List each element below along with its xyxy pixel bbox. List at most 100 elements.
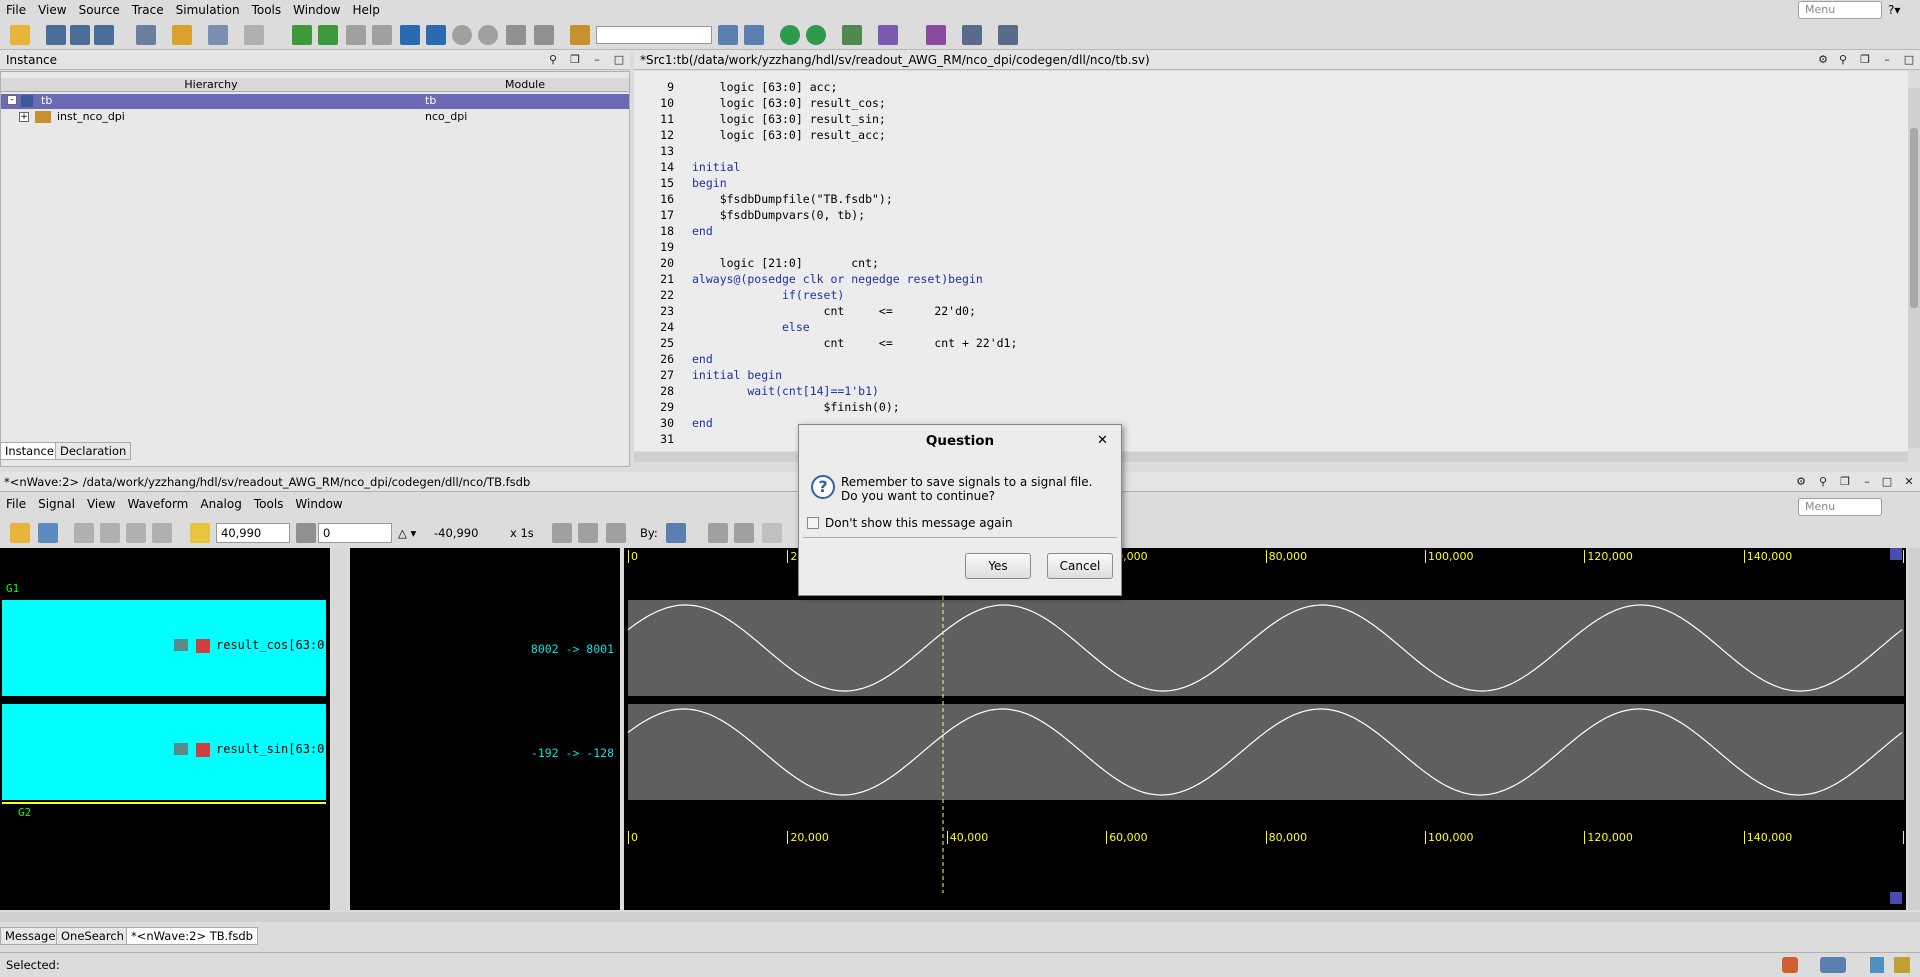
search-by-icon[interactable] bbox=[666, 523, 686, 543]
nw-menu-waveform[interactable]: Waveform bbox=[121, 497, 194, 511]
float-icon[interactable]: ❐ bbox=[1838, 475, 1852, 489]
menu-file[interactable]: File bbox=[0, 0, 32, 20]
col-module[interactable]: Module bbox=[421, 78, 629, 92]
expand-icon[interactable]: + bbox=[19, 112, 29, 122]
undo-icon[interactable] bbox=[74, 523, 94, 543]
menu-tools[interactable]: Tools bbox=[246, 0, 288, 20]
nw-menu-analog[interactable]: Analog bbox=[194, 497, 247, 511]
menu-view[interactable]: View bbox=[32, 0, 72, 20]
cut-icon[interactable] bbox=[100, 523, 120, 543]
group-g1[interactable]: G1 bbox=[6, 582, 19, 595]
zoom-icon[interactable] bbox=[962, 25, 982, 45]
source-editor[interactable]: 9 logic [63:0] acc; 10 logic [63:0] resul… bbox=[634, 71, 1908, 451]
add-signal-icon[interactable] bbox=[842, 25, 862, 45]
float-icon[interactable]: ❐ bbox=[1858, 53, 1872, 67]
cursor-time-input[interactable]: 40,990 bbox=[216, 523, 290, 543]
pin-icon[interactable]: ⚲ bbox=[1836, 53, 1850, 67]
annotate-icon[interactable] bbox=[762, 523, 782, 543]
tab-instance[interactable]: Instance bbox=[0, 442, 59, 460]
e-icon[interactable] bbox=[780, 25, 800, 45]
down-icon[interactable] bbox=[478, 25, 498, 45]
pin-icon[interactable]: ⚲ bbox=[1816, 475, 1830, 489]
folder-icon[interactable] bbox=[172, 25, 192, 45]
tool-icon[interactable] bbox=[1894, 957, 1910, 973]
pin-icon[interactable]: ⚲ bbox=[546, 53, 560, 67]
reload-icon[interactable] bbox=[38, 523, 58, 543]
tab-declaration[interactable]: Declaration bbox=[55, 442, 132, 460]
open-folder-icon[interactable] bbox=[10, 25, 30, 45]
cancel-button[interactable]: Cancel bbox=[1047, 553, 1113, 579]
l-icon[interactable] bbox=[426, 25, 446, 45]
trace-load-icon[interactable] bbox=[318, 25, 338, 45]
group-g2[interactable]: G2 bbox=[18, 806, 31, 819]
delta-icon[interactable]: △ ▾ bbox=[398, 526, 416, 540]
signal-row-result-sin[interactable]: result_sin[63:0] bbox=[2, 704, 332, 800]
layout-icon[interactable] bbox=[1820, 957, 1846, 973]
d-icon[interactable] bbox=[400, 25, 420, 45]
back-arrow-icon[interactable] bbox=[346, 25, 366, 45]
maximize-icon[interactable]: □ bbox=[612, 53, 626, 67]
tab-nwave[interactable]: *<nWave:2> TB.fsdb bbox=[126, 927, 258, 945]
wave-vscrollbar[interactable] bbox=[1908, 548, 1920, 910]
disconnect-icon[interactable] bbox=[534, 25, 554, 45]
marker-icon[interactable] bbox=[296, 523, 316, 543]
zoom-in-icon[interactable] bbox=[578, 523, 598, 543]
misc-icon[interactable] bbox=[998, 25, 1018, 45]
nw-menu-window[interactable]: Window bbox=[289, 497, 348, 511]
gear-icon[interactable]: ⚙ bbox=[1794, 475, 1808, 489]
module-icon[interactable] bbox=[70, 25, 90, 45]
trace-driver-icon[interactable] bbox=[292, 25, 312, 45]
collapse-icon[interactable]: - bbox=[7, 95, 17, 105]
paste-icon[interactable] bbox=[152, 523, 172, 543]
nw-menu-file[interactable]: File bbox=[0, 497, 32, 511]
minimize-icon[interactable]: – bbox=[590, 53, 604, 67]
menu-window[interactable]: Window bbox=[287, 0, 346, 20]
col-hierarchy[interactable]: Hierarchy bbox=[1, 78, 421, 92]
vd-icon[interactable] bbox=[878, 25, 898, 45]
help-icon[interactable]: ?▾ bbox=[1888, 3, 1900, 17]
minimize-icon[interactable]: – bbox=[1880, 53, 1894, 67]
hierarchy-icon[interactable] bbox=[46, 25, 66, 45]
minimize-icon[interactable]: – bbox=[1860, 475, 1874, 489]
dont-show-checkbox[interactable] bbox=[807, 517, 819, 529]
nw-menu-signal[interactable]: Signal bbox=[32, 497, 81, 511]
maximize-icon[interactable]: □ bbox=[1902, 53, 1916, 67]
open-icon[interactable] bbox=[10, 523, 30, 543]
edit-icon[interactable] bbox=[208, 25, 228, 45]
prev-icon[interactable] bbox=[708, 523, 728, 543]
forward-arrow-icon[interactable] bbox=[372, 25, 392, 45]
nw-menu-search-input[interactable]: Menu bbox=[1798, 498, 1882, 516]
marker-time-input[interactable]: 0 bbox=[318, 523, 392, 543]
filter-icon[interactable] bbox=[1870, 957, 1884, 973]
nw-menu-view[interactable]: View bbox=[81, 497, 121, 511]
copy-icon[interactable] bbox=[126, 523, 146, 543]
connect-icon[interactable] bbox=[506, 25, 526, 45]
waveform-pane[interactable]: 0 20,000 40,000 60,000 80,000 100,000 120,000 1… bbox=[624, 548, 1920, 910]
menu-help[interactable]: Help bbox=[346, 0, 385, 20]
zoom-fit-icon[interactable] bbox=[606, 523, 626, 543]
select-icon[interactable] bbox=[136, 25, 156, 45]
float-icon[interactable]: ❐ bbox=[568, 53, 582, 67]
refresh-icon[interactable] bbox=[806, 25, 826, 45]
clipboard-icon[interactable] bbox=[244, 25, 264, 45]
menu-source[interactable]: Source bbox=[73, 0, 126, 20]
signal-row-result-cos[interactable]: result_cos[63:0] bbox=[2, 600, 332, 696]
scroll-thumb[interactable] bbox=[1910, 128, 1918, 308]
name-pane-scrollbar[interactable] bbox=[332, 548, 346, 910]
tree-row-inst-nco-dpi[interactable]: + inst_nco_dpi nco_dpi bbox=[1, 110, 629, 125]
tree-icon[interactable] bbox=[94, 25, 114, 45]
menu-search-input[interactable]: Menu bbox=[1798, 1, 1882, 19]
source-scrollbar[interactable] bbox=[1908, 88, 1920, 448]
close-icon[interactable]: ✕ bbox=[1902, 475, 1916, 489]
tree-row-tb[interactable]: - tb tb bbox=[1, 94, 629, 109]
next-icon[interactable] bbox=[734, 523, 754, 543]
search-combo[interactable] bbox=[596, 26, 712, 44]
schematic-icon[interactable] bbox=[926, 25, 946, 45]
wave-hscrollbar[interactable] bbox=[0, 912, 1920, 922]
nw-menu-tools[interactable]: Tools bbox=[248, 497, 290, 511]
yes-button[interactable]: Yes bbox=[965, 553, 1031, 579]
tab-onesearch[interactable]: OneSearch bbox=[56, 927, 129, 945]
gear-icon[interactable]: ⚙ bbox=[1816, 53, 1830, 67]
cursor-icon[interactable] bbox=[190, 523, 210, 543]
menu-simulation[interactable]: Simulation bbox=[170, 0, 246, 20]
